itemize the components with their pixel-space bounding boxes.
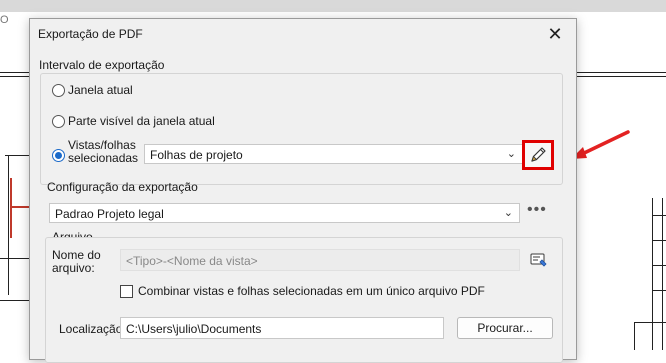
file-name-field[interactable]: <Tipo>-<Nome da vista> — [120, 249, 520, 271]
drawing-line — [8, 155, 9, 295]
label-line: arquivo: — [52, 261, 95, 275]
radio-visible-part[interactable] — [52, 115, 65, 128]
chevron-down-icon: ⌄ — [503, 207, 513, 219]
drawing-line — [0, 300, 29, 301]
naming-rule-icon[interactable] — [530, 251, 548, 269]
location-value: C:\Users\julio\Documents — [126, 322, 262, 336]
combine-checkbox[interactable] — [120, 285, 133, 298]
dialog-title: Exportação de PDF — [38, 27, 143, 41]
drawing-line — [634, 322, 666, 323]
selection-dropdown[interactable]: Folhas de projeto ⌄ — [144, 144, 523, 164]
file-name-label: Nome do arquivo: — [52, 249, 101, 275]
selection-value: Folhas de projeto — [150, 148, 243, 162]
drawing-line — [652, 290, 666, 291]
config-dropdown[interactable]: Padrao Projeto legal ⌄ — [49, 203, 520, 223]
range-legend: Intervalo de exportação — [39, 58, 165, 72]
background-toolbar — [0, 0, 666, 12]
drawing-red-line — [12, 206, 29, 208]
radio-visible-part-label[interactable]: Parte visível da janela atual — [68, 114, 215, 128]
title-bar: Exportação de PDF ✕ — [30, 19, 576, 49]
more-options-button[interactable]: ••• — [527, 201, 547, 219]
radio-selected-views[interactable] — [52, 149, 65, 162]
range-group: Janela atual Parte visível da janela atu… — [40, 73, 563, 185]
location-label: Localização: — [59, 322, 126, 336]
radio-current-window[interactable] — [52, 84, 65, 97]
label-line: selecionadas — [68, 151, 139, 165]
location-field[interactable]: C:\Users\julio\Documents — [120, 317, 444, 339]
drawing-line — [0, 72, 29, 73]
file-name-placeholder: <Tipo>-<Nome da vista> — [126, 254, 258, 268]
combine-label[interactable]: Combinar vistas e folhas selecionadas em… — [138, 284, 485, 298]
radio-selected-views-label[interactable]: Vistas/folhas selecionadas — [68, 139, 138, 165]
drawing-line — [576, 76, 666, 77]
drawing-red-line — [10, 178, 12, 238]
file-group: Nome do arquivo: <Tipo>-<Nome da vista> … — [45, 237, 563, 363]
drawing-line — [662, 198, 663, 350]
drawing-line — [0, 76, 29, 77]
chevron-down-icon: ⌄ — [506, 148, 516, 160]
drawing-line — [652, 265, 666, 266]
drawing-line — [652, 215, 666, 216]
edit-selection-button[interactable] — [522, 140, 554, 170]
drawing-line — [634, 322, 635, 350]
browse-button[interactable]: Procurar... — [457, 317, 553, 339]
drawing-line — [576, 72, 666, 73]
close-icon[interactable]: ✕ — [544, 23, 566, 45]
config-value: Padrao Projeto legal — [55, 207, 164, 221]
radio-current-window-label[interactable]: Janela atual — [68, 83, 133, 97]
drawing-line — [652, 198, 653, 350]
drawing-line — [0, 258, 29, 259]
background-text-fragment: O — [0, 14, 9, 26]
config-legend: Configuração da exportação — [47, 180, 198, 194]
drawing-line — [652, 240, 666, 241]
pencil-icon — [531, 147, 546, 162]
pdf-export-dialog: Exportação de PDF ✕ Intervalo de exporta… — [29, 18, 577, 363]
